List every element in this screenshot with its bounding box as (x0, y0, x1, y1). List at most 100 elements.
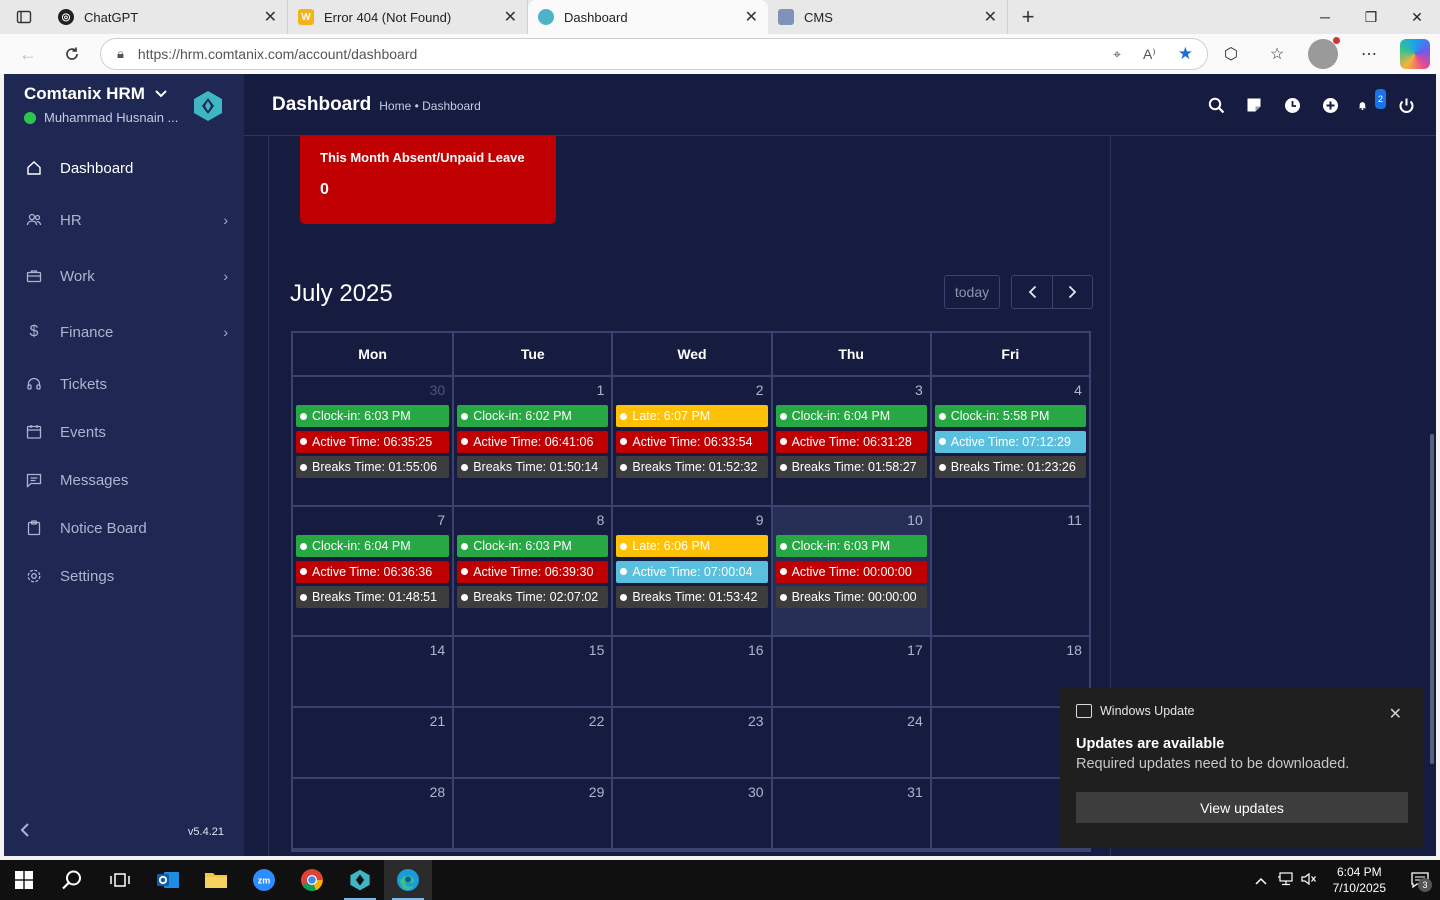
close-icon[interactable]: ✕ (745, 7, 758, 27)
attendance-event-clock[interactable]: Clock-in: 6:03 PM (296, 405, 450, 427)
calendar-day[interactable]: 30 Clock-in: 6:03 PM Active Time: 06:35:25… (293, 377, 452, 505)
next-month-button[interactable] (1052, 276, 1092, 308)
attendance-event-clock[interactable]: Clock-in: 6:03 PM (775, 535, 927, 557)
profile-button[interactable] (1308, 37, 1340, 69)
toast-close-icon[interactable]: ✕ (1389, 704, 1402, 724)
search-button[interactable] (1206, 95, 1226, 115)
tab-actions-button[interactable] (0, 0, 48, 34)
attendance-event-break[interactable]: Breaks Time: 01:55:06 (296, 456, 450, 478)
attendance-event-clock[interactable]: Clock-in: 6:02 PM (457, 405, 609, 427)
window-close-icon[interactable]: ✕ (1394, 0, 1440, 34)
sidebar-item-tickets[interactable]: Tickets (4, 360, 244, 408)
sidebar-item-notice-board[interactable]: Notice Board (4, 504, 244, 552)
chrome-app[interactable] (288, 860, 336, 900)
network-icon[interactable] (1273, 871, 1297, 889)
refresh-button[interactable] (50, 34, 94, 74)
tab-error-404[interactable]: W Error 404 (Not Found) ✕ (288, 0, 528, 34)
back-button[interactable]: ← (6, 34, 50, 74)
sidebar-item-messages[interactable]: Messages (4, 456, 244, 504)
attendance-event-active-red[interactable]: Active Time: 00:00:00 (775, 560, 927, 583)
clock-button[interactable] (1282, 95, 1302, 115)
attendance-event-active-red[interactable]: Active Time: 06:31:28 (775, 430, 927, 453)
attendance-event-break[interactable]: Breaks Time: 01:48:51 (296, 586, 450, 608)
attendance-event-break[interactable]: Breaks Time: 01:23:26 (934, 456, 1086, 478)
hrm-app-taskbar[interactable] (336, 860, 384, 900)
location-icon[interactable]: ⌖ (1113, 46, 1121, 63)
collapse-sidebar-button[interactable] (20, 822, 30, 842)
sidebar-item-events[interactable]: Events (4, 408, 244, 456)
attendance-event-clock[interactable]: Clock-in: 6:04 PM (296, 535, 450, 557)
url-input[interactable]: 🔒︎ https://hrm.comtanix.com/account/dash… (100, 38, 1208, 70)
calendar-day[interactable]: 9 Late: 6:06 PM Active Time: 07:00:04 Break… (611, 507, 770, 635)
favorite-star-icon[interactable]: ★ (1178, 44, 1193, 64)
sticky-note-button[interactable] (1244, 95, 1264, 115)
new-tab-button[interactable]: + (1008, 0, 1048, 34)
calendar-day[interactable]: 17 (770, 637, 930, 706)
attendance-event-break[interactable]: Breaks Time: 01:58:27 (775, 456, 927, 478)
attendance-event-clock[interactable]: Clock-in: 6:03 PM (457, 535, 609, 557)
calendar-day[interactable]: 8 Clock-in: 6:03 PM Active Time: 06:39:30 B… (452, 507, 611, 635)
add-button[interactable] (1320, 95, 1340, 115)
close-icon[interactable]: ✕ (504, 7, 517, 27)
attendance-event-break[interactable]: Breaks Time: 01:50:14 (457, 456, 609, 478)
attendance-event-active-blue[interactable]: Active Time: 07:12:29 (934, 430, 1086, 453)
outlook-app[interactable] (144, 860, 192, 900)
calendar-day[interactable]: 28 (293, 779, 452, 848)
read-aloud-icon[interactable]: A⁾ (1143, 46, 1156, 63)
attendance-event-late[interactable]: Late: 6:06 PM (616, 535, 768, 557)
start-button[interactable] (0, 860, 48, 900)
volume-muted-icon[interactable] (1297, 872, 1321, 889)
favorites-icon[interactable]: ☆ (1262, 39, 1292, 69)
today-button[interactable]: today (944, 275, 1000, 309)
restore-icon[interactable]: ❐ (1348, 0, 1394, 34)
logout-button[interactable] (1396, 95, 1416, 115)
sidebar-item-settings[interactable]: Settings (4, 552, 244, 600)
calendar-day[interactable]: 24 (770, 708, 930, 777)
attendance-event-clock[interactable]: Clock-in: 6:04 PM (775, 405, 927, 427)
calendar-day[interactable]: 2 Late: 6:07 PM Active Time: 06:33:54 Break… (611, 377, 770, 505)
breadcrumb[interactable]: Home • Dashboard (379, 99, 481, 113)
calendar-day[interactable]: 11 (929, 507, 1089, 635)
page-scrollbar[interactable] (1430, 434, 1434, 764)
chevron-up-icon[interactable] (1249, 873, 1273, 888)
attendance-event-active-red[interactable]: Active Time: 06:35:25 (296, 430, 450, 453)
extensions-icon[interactable]: ⬡ (1216, 39, 1246, 69)
system-clock[interactable]: 6:04 PM 7/10/2025 (1333, 864, 1386, 896)
close-icon[interactable]: ✕ (984, 7, 997, 27)
edge-app[interactable] (384, 860, 432, 900)
view-updates-button[interactable]: View updates (1076, 792, 1408, 823)
attendance-event-active-red[interactable]: Active Time: 06:41:06 (457, 430, 609, 453)
attendance-event-clock[interactable]: Clock-in: 5:58 PM (934, 405, 1086, 427)
search-taskbar-button[interactable] (48, 860, 96, 900)
calendar-day[interactable]: 3 Clock-in: 6:04 PM Active Time: 06:31:28 B… (770, 377, 930, 505)
close-icon[interactable]: ✕ (264, 7, 277, 27)
calendar-day[interactable]: 1 Clock-in: 6:02 PM Active Time: 06:41:06 B… (452, 377, 611, 505)
attendance-event-active-red[interactable]: Active Time: 06:39:30 (457, 560, 609, 583)
calendar-day[interactable]: 31 (770, 779, 930, 848)
calendar-day[interactable]: 29 (452, 779, 611, 848)
calendar-day[interactable]: 21 (293, 708, 452, 777)
tab-chatgpt[interactable]: ◎ ChatGPT ✕ (48, 0, 288, 34)
attendance-event-active-blue[interactable]: Active Time: 07:00:04 (616, 560, 768, 583)
calendar-day[interactable]: 4 Clock-in: 5:58 PM Active Time: 07:12:29 B… (929, 377, 1089, 505)
attendance-event-break[interactable]: Breaks Time: 01:53:42 (616, 586, 768, 608)
tab-dashboard[interactable]: Dashboard ✕ (528, 0, 768, 34)
file-explorer-app[interactable] (192, 860, 240, 900)
calendar-day[interactable]: 22 (452, 708, 611, 777)
calendar-day[interactable]: 14 (293, 637, 452, 706)
attendance-event-break[interactable]: Breaks Time: 02:07:02 (457, 586, 609, 608)
attendance-event-late[interactable]: Late: 6:07 PM (616, 405, 768, 427)
more-icon[interactable]: ⋯ (1354, 39, 1384, 69)
calendar-day[interactable]: 30 (611, 779, 770, 848)
prev-month-button[interactable] (1012, 276, 1052, 308)
copilot-button[interactable] (1400, 39, 1430, 69)
attendance-event-active-red[interactable]: Active Time: 06:33:54 (616, 430, 768, 453)
attendance-event-break[interactable]: Breaks Time: 01:52:32 (616, 456, 768, 478)
calendar-day[interactable]: 16 (611, 637, 770, 706)
sidebar-item-hr[interactable]: HR › (4, 192, 244, 248)
notifications-button[interactable]: 2 (1358, 89, 1386, 115)
sidebar-item-work[interactable]: Work › (4, 248, 244, 304)
tab-cms[interactable]: CMS ✕ (768, 0, 1008, 34)
minimize-icon[interactable]: ─ (1302, 0, 1348, 34)
calendar-day[interactable]: 23 (611, 708, 770, 777)
